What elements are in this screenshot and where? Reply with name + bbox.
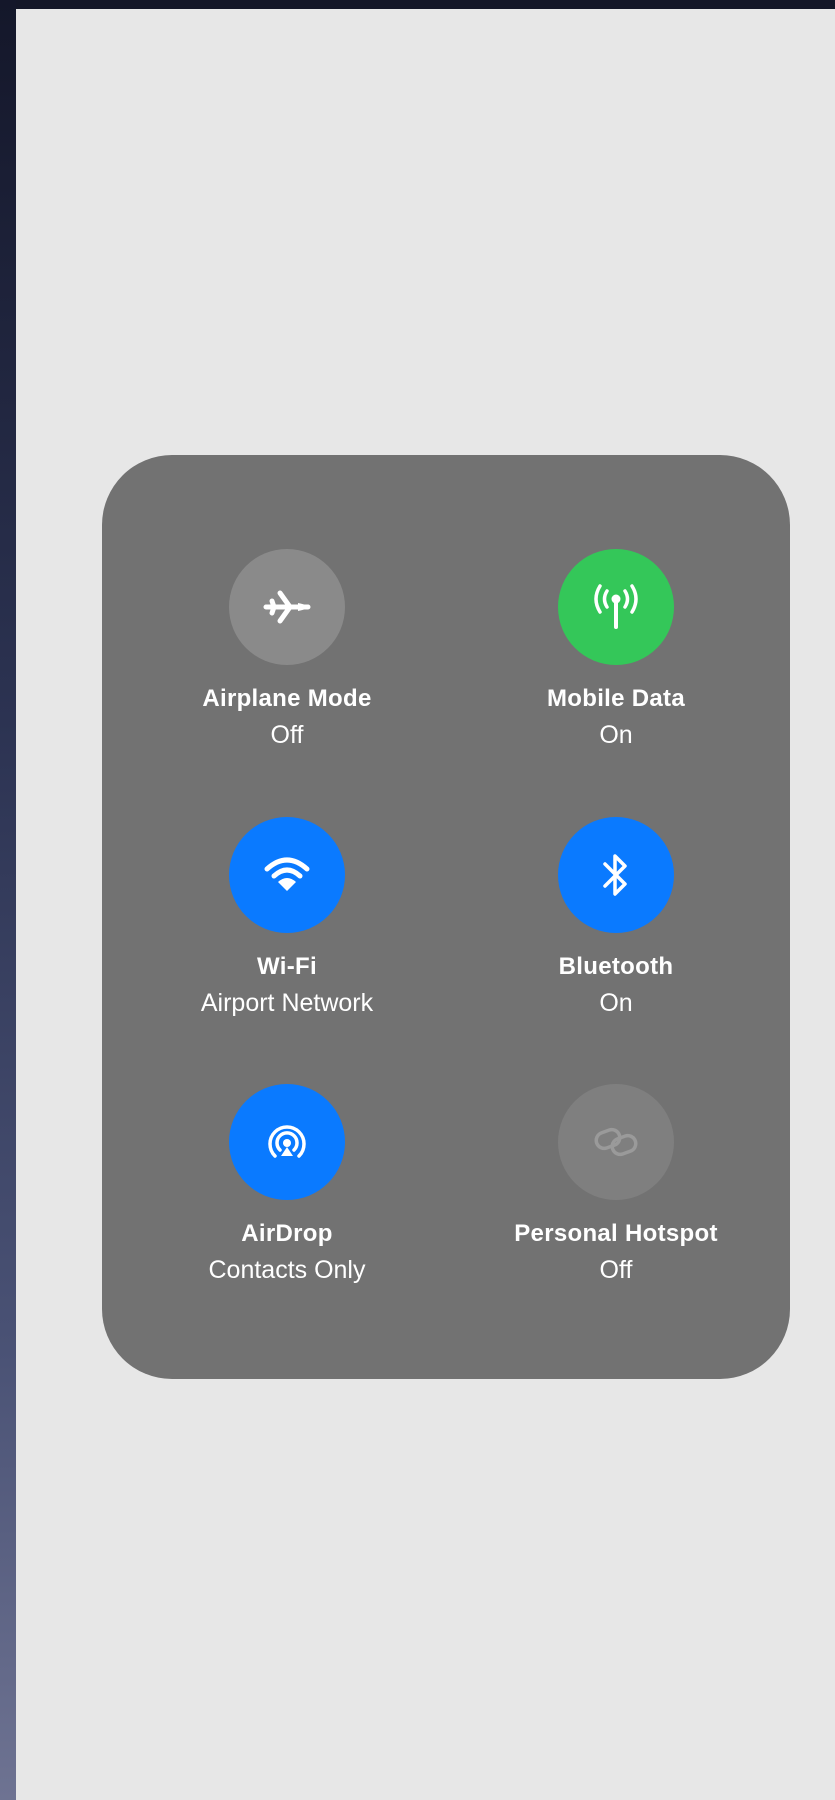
mobile-data-label: Mobile Data — [547, 685, 685, 712]
airdrop-status: Contacts Only — [208, 1256, 366, 1284]
cellular-antenna-icon — [590, 583, 642, 631]
device-top-edge — [0, 0, 835, 9]
bluetooth-toggle[interactable]: Bluetooth On — [446, 817, 786, 1077]
airplane-icon — [262, 587, 312, 627]
mobile-data-button[interactable] — [558, 549, 674, 665]
device-left-edge — [0, 0, 16, 1800]
airplane-mode-button[interactable] — [229, 549, 345, 665]
airplane-mode-toggle[interactable]: Airplane Mode Off — [117, 549, 457, 809]
personal-hotspot-toggle[interactable]: Personal Hotspot Off — [446, 1084, 786, 1344]
wifi-status: Airport Network — [200, 989, 374, 1017]
personal-hotspot-button[interactable] — [558, 1084, 674, 1200]
wifi-button[interactable] — [229, 817, 345, 933]
bluetooth-icon — [601, 851, 631, 899]
bluetooth-label: Bluetooth — [558, 953, 674, 980]
wifi-icon — [263, 855, 311, 895]
personal-hotspot-status: Off — [599, 1256, 633, 1284]
screen: Airplane Mode Off Mobile Data On Wi-Fi A… — [16, 9, 835, 1800]
airplane-mode-label: Airplane Mode — [202, 685, 372, 712]
airdrop-label: AirDrop — [241, 1220, 333, 1247]
airdrop-icon — [261, 1116, 313, 1168]
airdrop-button[interactable] — [229, 1084, 345, 1200]
hotspot-link-icon — [591, 1122, 641, 1162]
airdrop-toggle[interactable]: AirDrop Contacts Only — [117, 1084, 457, 1344]
connectivity-panel: Airplane Mode Off Mobile Data On Wi-Fi A… — [102, 455, 790, 1379]
wifi-toggle[interactable]: Wi-Fi Airport Network — [117, 817, 457, 1077]
mobile-data-toggle[interactable]: Mobile Data On — [446, 549, 786, 809]
personal-hotspot-label: Personal Hotspot — [514, 1220, 718, 1247]
wifi-label: Wi-Fi — [257, 953, 317, 980]
mobile-data-status: On — [599, 721, 633, 749]
airplane-mode-status: Off — [270, 721, 304, 749]
bluetooth-button[interactable] — [558, 817, 674, 933]
bluetooth-status: On — [599, 989, 633, 1017]
